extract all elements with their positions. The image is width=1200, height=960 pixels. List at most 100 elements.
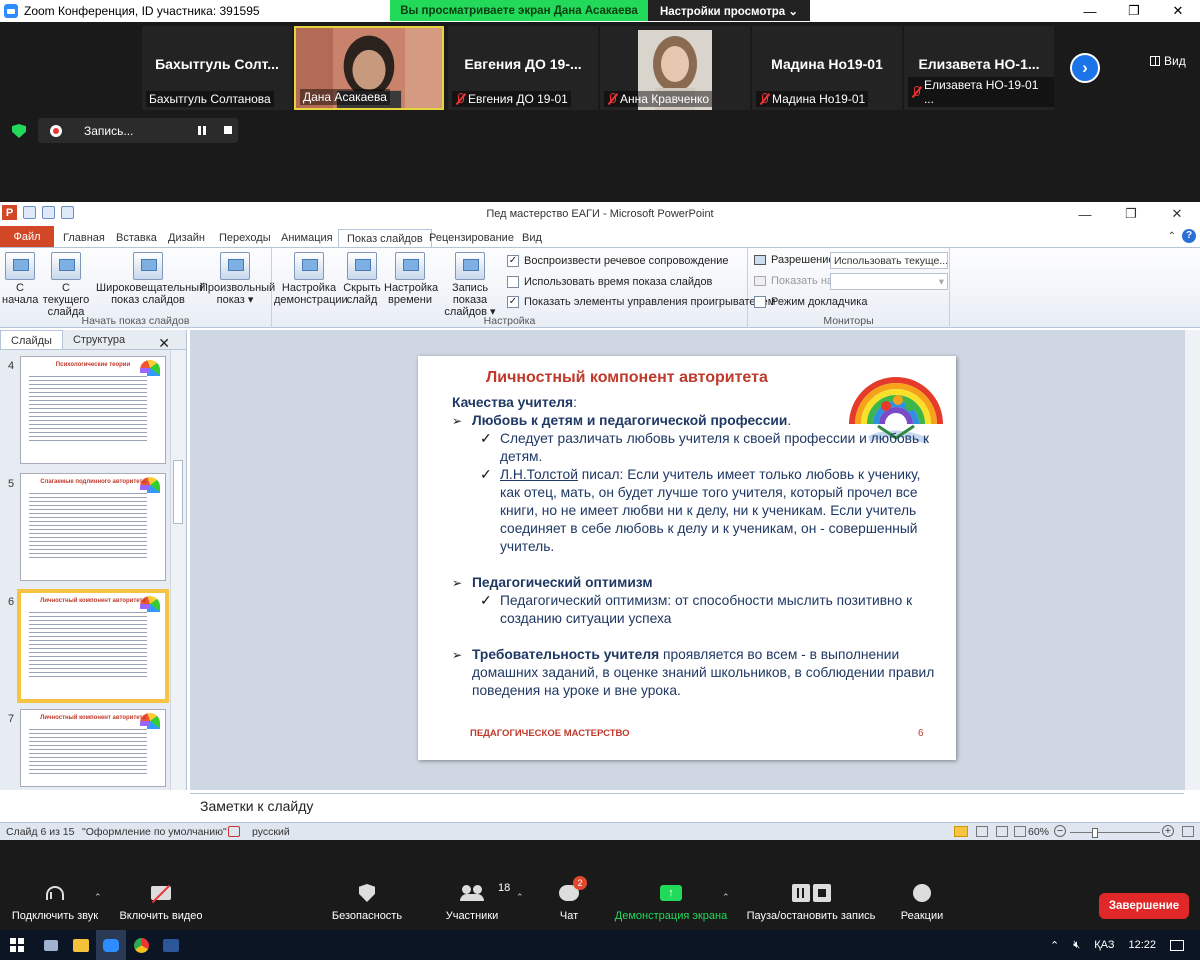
notes-pane[interactable]: Заметки к слайду: [190, 793, 1184, 817]
broadcast-icon: [133, 252, 163, 280]
share-chevron-icon[interactable]: ⌃: [722, 892, 730, 903]
monitor-icon: [754, 276, 766, 286]
participant-tile[interactable]: Бахытгуль Солт... Бахытгуль Солтанова: [142, 26, 292, 110]
participant-tile[interactable]: Евгения ДО 19-... Евгения ДО 19-01: [448, 26, 598, 110]
thumb-number: 6: [8, 596, 15, 608]
tab-insert[interactable]: Вставка: [116, 229, 157, 248]
reading-view-icon[interactable]: [996, 826, 1008, 837]
view-settings-button[interactable]: Настройки просмотра ⌄: [648, 0, 810, 21]
zoom-taskbar-icon[interactable]: [96, 930, 126, 960]
view-button[interactable]: Вид: [1150, 54, 1186, 68]
narration-checkbox[interactable]: ✓ Воспроизвести речевое сопровождение: [507, 255, 729, 267]
setup-show-button[interactable]: Настройка демонстрации: [274, 252, 348, 306]
volume-muted-icon[interactable]: 🔇︎: [1073, 939, 1080, 952]
fit-to-window-icon[interactable]: [1182, 826, 1194, 837]
canvas-scrollbar[interactable]: [1184, 330, 1200, 790]
from-beginning-button[interactable]: С начала: [2, 252, 38, 306]
show-on-select[interactable]: ▾: [830, 273, 948, 290]
tab-file[interactable]: Файл: [0, 226, 54, 248]
slide-thumbnail[interactable]: Психологические теории: [20, 356, 166, 464]
zoom-in-icon[interactable]: +: [1162, 825, 1174, 837]
show-hidden-icons-icon[interactable]: ⌃: [1050, 939, 1059, 952]
pause-stop-recording-button[interactable]: Пауза/остановить запись: [742, 878, 880, 922]
timings-checkbox[interactable]: Использовать время показа слайдов: [507, 276, 712, 288]
slide-thumbnail[interactable]: Личностный компонент авторитета: [20, 709, 166, 787]
audio-options-chevron-icon[interactable]: ⌃: [94, 892, 102, 903]
normal-view-icon[interactable]: [954, 826, 968, 837]
tab-transitions[interactable]: Переходы: [219, 229, 271, 248]
slide[interactable]: Личностный компонент авторитета Качества…: [418, 356, 956, 760]
view-label: Вид: [1164, 54, 1186, 68]
hide-slide-button[interactable]: Скрыть слайд: [342, 252, 382, 306]
from-current-button[interactable]: С текущего слайда: [38, 252, 94, 318]
from-beginning-label: С начала: [2, 282, 39, 306]
custom-show-button[interactable]: Произвольный показ ▾: [200, 252, 275, 306]
share-screen-button[interactable]: ↑ Демонстрация экрана: [612, 878, 730, 922]
stop-recording-icon[interactable]: [224, 126, 232, 134]
resolution-select[interactable]: Использовать текуще... ▾: [830, 252, 948, 269]
ribbon: С начала С текущего слайда Широковещател…: [0, 247, 1200, 328]
participant-tile[interactable]: Елизавета НО-1... Елизавета НО-19-01 ...: [904, 26, 1054, 110]
pause-recording-icon[interactable]: [198, 126, 206, 135]
security-button[interactable]: Безопасность: [330, 878, 404, 922]
tab-home[interactable]: Главная: [63, 229, 105, 248]
tolstoy-link[interactable]: Л.Н.Толстой: [500, 467, 578, 482]
zoom-slider[interactable]: [1070, 832, 1160, 833]
join-audio-button[interactable]: Подключить звук: [10, 878, 100, 922]
participant-caption: Мадина Но19-01: [756, 91, 869, 107]
broadcast-label: Широковещательный показ слайдов: [96, 282, 206, 306]
task-view-icon[interactable]: [36, 930, 66, 960]
word-icon[interactable]: [156, 930, 186, 960]
record-show-button[interactable]: Запись показа слайдов ▾: [436, 252, 504, 318]
next-page-arrow-icon[interactable]: ›: [1070, 53, 1100, 83]
minimize-button[interactable]: —: [1068, 0, 1112, 22]
notifications-icon[interactable]: [1170, 939, 1184, 951]
spellcheck-icon[interactable]: [228, 826, 240, 837]
broadcast-button[interactable]: Широковещательный показ слайдов: [96, 252, 205, 306]
participant-tile[interactable]: Анна Кравченко: [600, 26, 750, 110]
ppt-close-button[interactable]: ✕: [1154, 202, 1200, 226]
ppt-minimize-button[interactable]: —: [1062, 202, 1108, 226]
tab-outline[interactable]: Структура: [63, 330, 135, 349]
rehearse-timings-button[interactable]: Настройка времени: [384, 252, 438, 306]
windows-start-icon[interactable]: [10, 938, 24, 952]
presenter-view-checkbox[interactable]: Режим докладчика: [754, 296, 867, 308]
tab-design[interactable]: Дизайн: [168, 229, 205, 248]
chrome-icon[interactable]: [126, 930, 156, 960]
slide-thumbnail-selected[interactable]: Личностный компонент авторитета: [17, 589, 169, 703]
slide-sorter-icon[interactable]: [976, 826, 988, 837]
clock[interactable]: 12:22: [1128, 939, 1156, 951]
close-button[interactable]: ✕: [1156, 0, 1200, 22]
tab-animation[interactable]: Анимация: [281, 229, 333, 248]
intro-text: Качества учителя: [452, 395, 574, 410]
ribbon-tabs: Файл Главная Вставка Дизайн Переходы Ани…: [0, 226, 1200, 249]
file-explorer-icon[interactable]: [66, 930, 96, 960]
zoom-slider-thumb[interactable]: [1092, 828, 1098, 838]
scroll-thumb[interactable]: [173, 460, 183, 524]
ppt-restore-button[interactable]: ❐: [1108, 202, 1154, 226]
slide-thumbnail[interactable]: Слагаемые подлинного авторитета: [20, 473, 166, 581]
help-icon[interactable]: ?: [1182, 229, 1196, 243]
keyboard-language[interactable]: ҚАЗ: [1094, 939, 1114, 951]
active-speaker-tile[interactable]: Дана Асакаева: [294, 26, 444, 110]
collapse-ribbon-icon[interactable]: ⌃: [1168, 231, 1176, 242]
slideshow-view-icon[interactable]: [1014, 826, 1026, 837]
slide-title: Личностный компонент авторитета: [486, 369, 768, 386]
tab-review[interactable]: Рецензирование: [429, 229, 514, 248]
participants-chevron-icon[interactable]: ⌃: [516, 892, 524, 903]
zoom-out-icon[interactable]: −: [1054, 825, 1066, 837]
controls-checkbox[interactable]: ✓ Показать элементы управления проигрыват…: [507, 296, 775, 308]
reactions-button[interactable]: Реакции: [898, 878, 946, 922]
start-video-button[interactable]: Включить видео: [116, 878, 206, 922]
chat-button[interactable]: 2 Чат: [556, 876, 587, 922]
sub-bullet: Педагогический оптимизм: от способности …: [452, 592, 942, 628]
end-meeting-button[interactable]: Завершение: [1099, 893, 1189, 919]
tab-slide-show[interactable]: Показ слайдов: [338, 229, 432, 249]
tab-slides[interactable]: Слайды: [0, 330, 63, 349]
pane-scrollbar[interactable]: [170, 350, 185, 790]
tab-view[interactable]: Вид: [522, 229, 542, 248]
maximize-button[interactable]: ❐: [1112, 0, 1156, 22]
participants-button[interactable]: 18 Участники: [442, 878, 511, 922]
participant-tile[interactable]: Мадина Но19-01 Мадина Но19-01: [752, 26, 902, 110]
security-shield-icon[interactable]: [12, 124, 26, 138]
